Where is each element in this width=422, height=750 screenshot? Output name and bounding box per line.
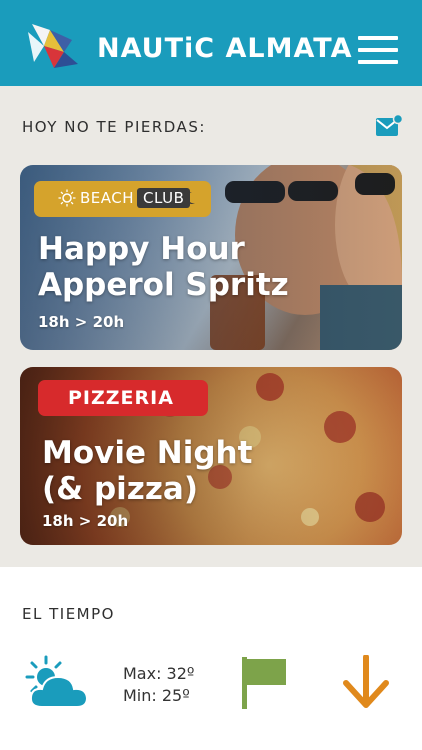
- mail-notification-icon[interactable]: [375, 114, 403, 138]
- event-time: 18h > 20h: [42, 512, 129, 530]
- partly-cloudy-icon: [25, 655, 89, 708]
- event-time: 18h > 20h: [38, 313, 125, 331]
- event-card-happy-hour[interactable]: BEACH CLUB Happy Hour Apperol Spritz 18h…: [20, 165, 402, 350]
- pizzeria-badge: PIZZERIA: [38, 380, 208, 416]
- badge-club-label: CLUB: [137, 188, 191, 208]
- max-temp: Max: 32º: [123, 664, 195, 683]
- weather-title: EL TIEMPO: [22, 605, 115, 623]
- moon-icon: [185, 191, 195, 204]
- min-temp: Min: 25º: [123, 686, 190, 705]
- green-flag-icon: [242, 657, 286, 709]
- brand-title: NAUTiC ALMATA: [97, 33, 353, 64]
- temperature-readout: Max: 32º Min: 25º: [123, 663, 194, 707]
- event-card-movie-night[interactable]: PIZZERIA Movie Night (& pizza) 18h > 20h: [20, 367, 402, 545]
- event-title: Movie Night (& pizza): [42, 435, 253, 507]
- app-header: NAUTiC ALMATA: [0, 0, 422, 86]
- sail-logo-icon: [28, 24, 78, 68]
- section-title: HOY NO TE PIERDAS:: [22, 118, 206, 136]
- badge-pizzeria-label: PIZZERIA: [68, 387, 174, 409]
- sun-icon: [58, 189, 76, 207]
- event-title: Happy Hour Apperol Spritz: [38, 231, 289, 303]
- beach-club-badge: BEACH CLUB: [34, 181, 211, 217]
- arrow-down-icon: [343, 655, 389, 708]
- badge-beach-label: BEACH: [80, 189, 135, 207]
- menu-button[interactable]: [358, 36, 398, 64]
- weather-panel: EL TIEMPO Max: 32º Min: 25º: [0, 567, 422, 750]
